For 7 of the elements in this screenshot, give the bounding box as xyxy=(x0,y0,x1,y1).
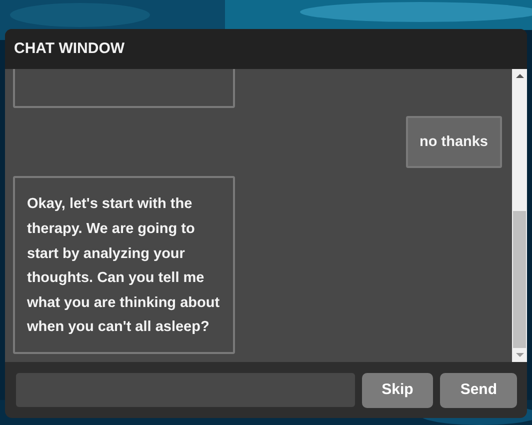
message-input[interactable] xyxy=(16,373,355,407)
message-bubble: no thanks xyxy=(406,116,502,168)
chat-button[interactable]: Send xyxy=(440,372,517,408)
scrollbar[interactable] xyxy=(512,69,527,362)
window-title: CHAT WINDOW xyxy=(14,38,125,59)
chat-button[interactable]: Skip xyxy=(362,372,434,408)
message-bubble: Okay, let's start with the therapy. We are going to start by analyzing your thoughts. Can you tell me what you are thinking about when you can't all asleep? xyxy=(13,176,235,354)
